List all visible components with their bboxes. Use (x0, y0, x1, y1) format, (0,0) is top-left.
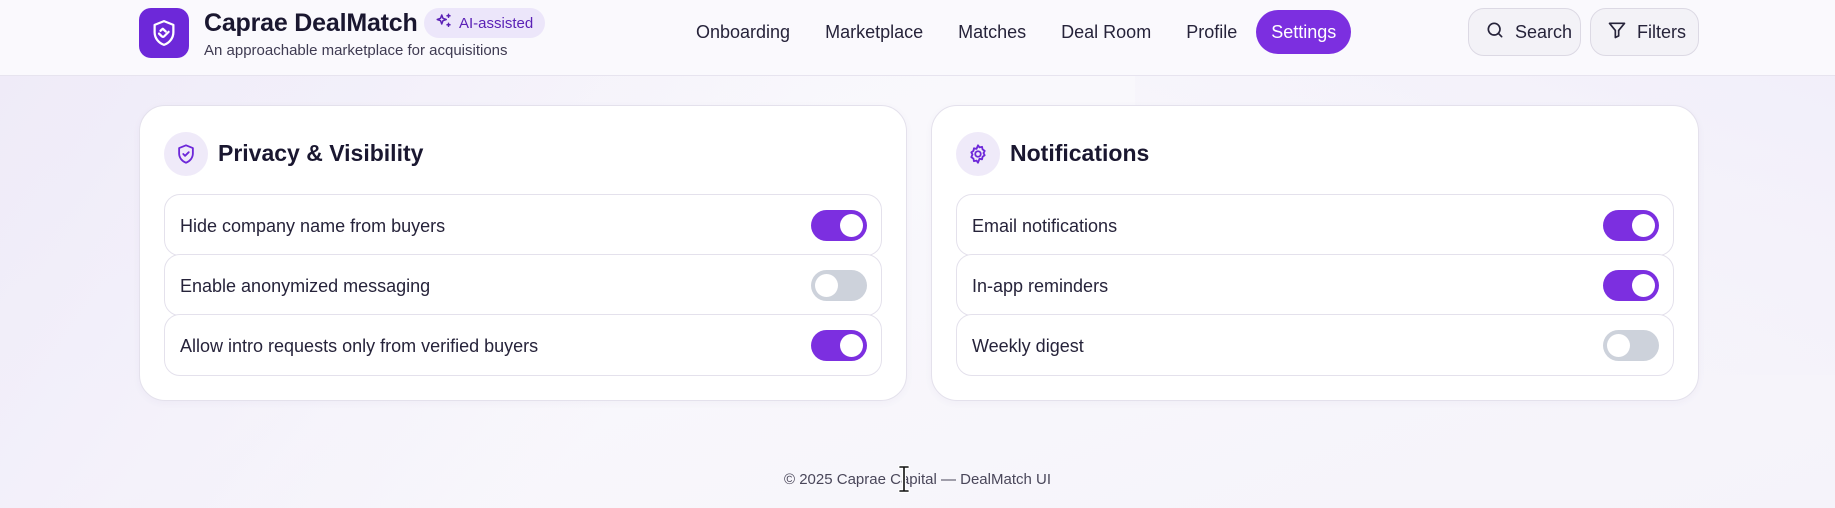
toggle-in-app-reminders[interactable] (1603, 270, 1659, 301)
app-title: Caprae DealMatch (204, 9, 418, 37)
ai-assisted-badge: AI-assisted (424, 8, 546, 38)
top-header: Caprae DealMatch An approachable marketp… (0, 0, 1835, 76)
privacy-visibility-card: Privacy & Visibility Hide company name f… (139, 105, 907, 401)
nav-marketplace[interactable]: Marketplace (809, 10, 939, 54)
search-button[interactable]: Search (1468, 8, 1581, 56)
filter-icon (1607, 20, 1627, 45)
nav-deal-room[interactable]: Deal Room (1045, 10, 1167, 54)
page-footer: © 2025 Caprae Capital — DealMatch UI (783, 471, 1051, 488)
nav-settings[interactable]: Settings (1256, 10, 1352, 54)
nav-profile[interactable]: Profile (1170, 10, 1253, 54)
notifications-card-title: Notifications (1010, 140, 1150, 166)
toggle-anonymized-messaging[interactable] (811, 270, 867, 301)
setting-label: Email notifications (972, 216, 1118, 236)
setting-label: Hide company name from buyers (180, 216, 446, 236)
search-button-label: Search (1515, 21, 1573, 42)
ai-badge-label: AI-assisted (459, 14, 534, 32)
app-logo-icon[interactable] (139, 8, 189, 58)
main-nav: Onboarding Marketplace Matches Deal Room… (680, 10, 1354, 54)
sparkles-icon (435, 12, 453, 34)
app-subtitle: An approachable marketplace for acquisit… (204, 42, 508, 59)
filters-button-label: Filters (1637, 21, 1686, 42)
text-cursor-icon (898, 465, 910, 493)
setting-label: Weekly digest (972, 336, 1084, 356)
notifications-card: Notifications Email notifications In-app… (931, 105, 1699, 401)
setting-row-anonymized-messaging: Enable anonymized messaging (164, 254, 882, 316)
setting-row-hide-company-name: Hide company name from buyers (164, 194, 882, 256)
setting-label: Allow intro requests only from verified … (180, 336, 539, 356)
toggle-hide-company-name[interactable] (811, 210, 867, 241)
setting-label: Enable anonymized messaging (180, 276, 431, 296)
toggle-email-notifications[interactable] (1603, 210, 1659, 241)
gear-icon (956, 132, 1000, 176)
privacy-card-title: Privacy & Visibility (218, 140, 424, 166)
setting-row-email-notifications: Email notifications (956, 194, 1674, 256)
filters-button[interactable]: Filters (1590, 8, 1699, 56)
setting-row-in-app-reminders: In-app reminders (956, 254, 1674, 316)
toggle-verified-intro-requests[interactable] (811, 330, 867, 361)
nav-matches[interactable]: Matches (942, 10, 1042, 54)
shield-check-icon (164, 132, 208, 176)
toggle-weekly-digest[interactable] (1603, 330, 1659, 361)
search-icon (1485, 20, 1505, 45)
setting-row-verified-intro-requests: Allow intro requests only from verified … (164, 314, 882, 376)
setting-row-weekly-digest: Weekly digest (956, 314, 1674, 376)
nav-onboarding[interactable]: Onboarding (680, 10, 806, 54)
setting-label: In-app reminders (972, 276, 1109, 296)
